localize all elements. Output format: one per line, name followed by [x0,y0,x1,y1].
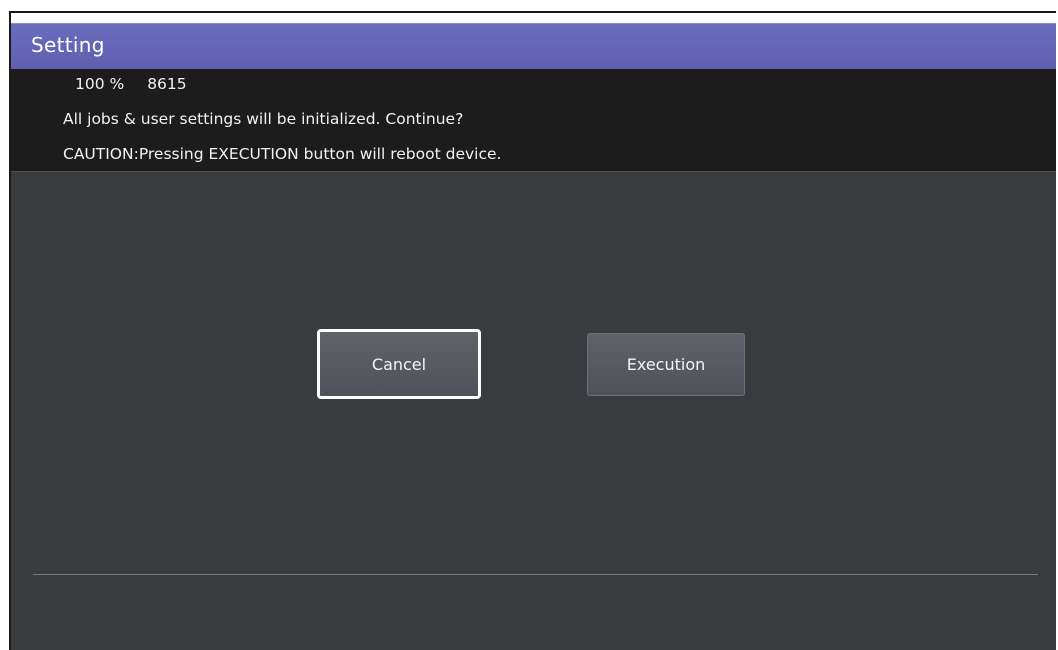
dialog-title: Setting [31,33,105,57]
execution-button-label: Execution [626,355,706,374]
divider [33,574,1038,575]
status-code: 8615 [147,75,187,93]
top-strip [11,13,1056,23]
caution-message: CAUTION:Pressing EXECUTION button will r… [63,145,502,163]
zoom-percent: 100 % [75,75,125,93]
cancel-button-label: Cancel [371,354,427,374]
title-bar: Setting [11,23,1056,69]
dialog-body: Cancel Execution [11,172,1056,650]
dialog-window: Setting 100 % 8615 All jobs & user setti… [9,11,1056,650]
cancel-button[interactable]: Cancel [317,329,481,399]
execution-button[interactable]: Execution [587,333,745,396]
confirm-message: All jobs & user settings will be initial… [63,110,464,128]
message-panel: 100 % 8615 All jobs & user settings will… [11,69,1056,172]
status-line: 100 % 8615 [75,75,187,93]
